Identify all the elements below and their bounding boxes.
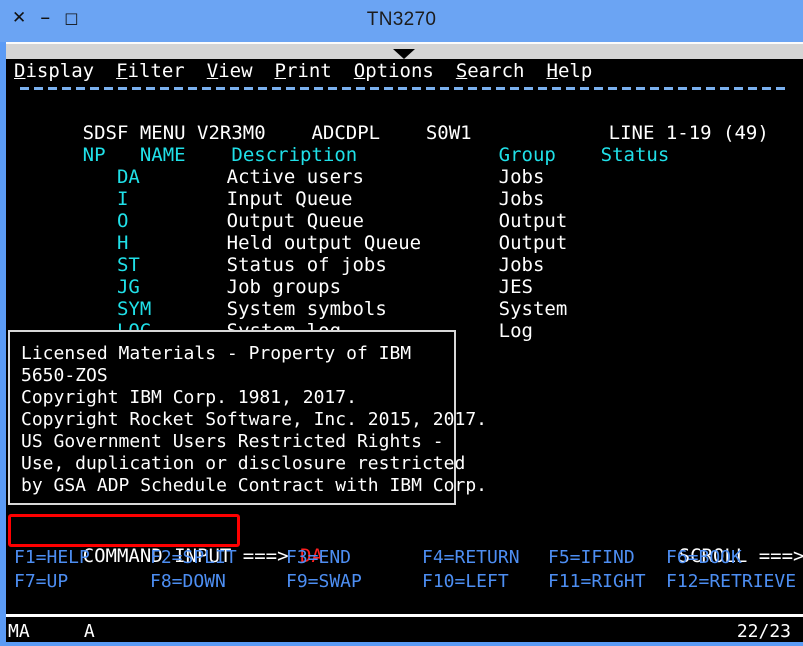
license-line: by GSA ADP Schedule Contract with IBM Co… <box>21 475 487 497</box>
status-bar: MA A 22/23 <box>6 614 803 642</box>
menu-mnemonic: O <box>354 60 365 82</box>
terminal-screen[interactable]: Display Filter View Print Options Search… <box>6 59 803 614</box>
menu-mnemonic: S <box>456 60 467 82</box>
menu-label: elp <box>558 60 592 82</box>
menu-label: rint <box>286 60 332 82</box>
menu-mnemonic: F <box>116 60 127 82</box>
license-line: Use, duplication or disclosure restricte… <box>21 453 465 475</box>
license-line: Copyright Rocket Software, Inc. 2015, 20… <box>21 409 487 431</box>
menu-item-print[interactable]: Print <box>275 59 332 83</box>
menu-label: ilter <box>128 60 185 82</box>
fkey-f9-swap[interactable]: F9=SWAP <box>286 571 422 593</box>
menu-item-options[interactable]: Options <box>354 59 434 83</box>
fkey-f5-ifind[interactable]: F5=IFIND <box>548 547 666 569</box>
fkey-f12-retrieve[interactable]: F12=RETRIEVE <box>666 571 776 593</box>
menu-item-help[interactable]: Help <box>547 59 593 83</box>
fkey-f2-split[interactable]: F2=SPLIT <box>150 547 286 569</box>
fkey-f10-left[interactable]: F10=LEFT <box>422 571 548 593</box>
cursor-position: 22/23 <box>737 621 791 642</box>
menu-mnemonic: H <box>547 60 558 82</box>
menu-label: ptions <box>365 60 434 82</box>
menu-bar: Display Filter View Print Options Search… <box>14 59 614 83</box>
license-line: US Government Users Restricted Rights - <box>21 431 444 453</box>
menu-item-search[interactable]: Search <box>456 59 525 83</box>
license-line: Licensed Materials - Property of IBM <box>21 343 411 365</box>
menu-item-view[interactable]: View <box>207 59 253 83</box>
status-bar-left: MA A <box>8 621 95 642</box>
fkey-f7-up[interactable]: F7=UP <box>14 571 150 593</box>
status-mode: A <box>84 621 95 642</box>
chevron-down-icon[interactable] <box>393 49 415 59</box>
license-line: 5650-ZOS <box>21 365 108 387</box>
menu-item-filter[interactable]: Filter <box>116 59 185 83</box>
menu-label: isplay <box>25 60 94 82</box>
menu-mnemonic: D <box>14 60 25 82</box>
window-frame-bottom <box>0 642 803 646</box>
license-line: Copyright IBM Corp. 1981, 2017. <box>21 387 357 409</box>
status-indicator: MA <box>8 621 30 642</box>
fkey-f8-down[interactable]: F8=DOWN <box>150 571 286 593</box>
function-key-row-1: F1=HELP F2=SPLIT F3=END F4=RETURN F5=IFI… <box>14 547 776 569</box>
window-title: TN3270 <box>0 9 803 31</box>
fkey-f11-right[interactable]: F11=RIGHT <box>548 571 666 593</box>
menu-label: iew <box>218 60 252 82</box>
column-header-status: Status <box>601 144 670 166</box>
fkey-f1-help[interactable]: F1=HELP <box>14 547 150 569</box>
menu-divider <box>20 87 786 90</box>
menu-mnemonic: V <box>207 60 218 82</box>
fkey-f4-return[interactable]: F4=RETURN <box>422 547 548 569</box>
menu-label: earch <box>467 60 524 82</box>
tn3270-window: ✕ – □ TN3270 Display Filter View Print O… <box>0 0 803 646</box>
menu-item-display[interactable]: Display <box>14 59 94 83</box>
row-group: Log <box>499 320 533 342</box>
fkey-f6-book[interactable]: F6=BOOK <box>666 547 776 569</box>
function-key-row-2: F7=UP F8=DOWN F9=SWAP F10=LEFT F11=RIGHT… <box>14 571 776 593</box>
window-titlebar: ✕ – □ TN3270 <box>0 0 803 42</box>
menu-mnemonic: P <box>275 60 286 82</box>
column-header-status-wrap: Status <box>532 122 669 188</box>
fkey-f3-end[interactable]: F3=END <box>286 547 422 569</box>
license-popup: Licensed Materials - Property of IBM 565… <box>8 330 456 505</box>
